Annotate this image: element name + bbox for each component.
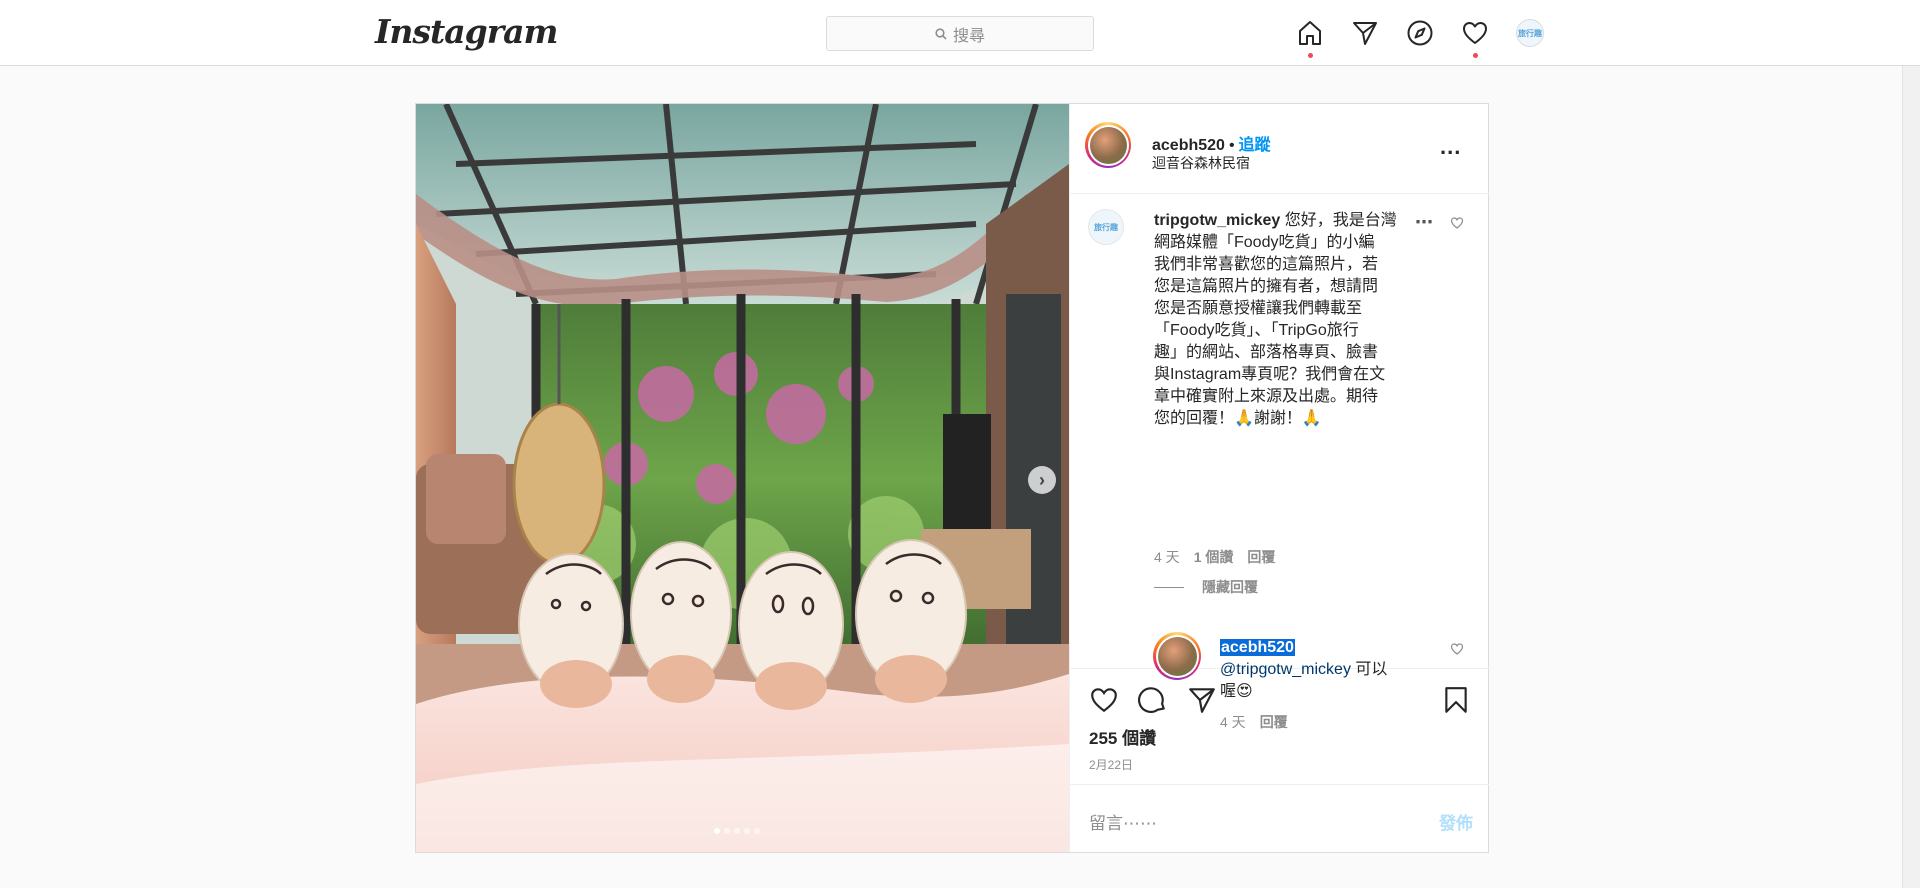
post-card: › acebh520 • 追蹤 迴音谷森林民宿 ... 旅行趣 tripgotw_m… [415, 103, 1489, 853]
top-navigation-bar: Instagram 搜尋 旅行趣 [0, 0, 1920, 66]
comment-text-line: 我們非常喜歡您的這篇照片，若 [1154, 256, 1379, 273]
likes-count[interactable]: 255 個讚 [1089, 724, 1156, 749]
comment-like-heart-icon[interactable] [1450, 216, 1464, 235]
comment-text-line: 您的回覆！🙏謝謝！🙏 [1154, 410, 1322, 427]
carousel-next-button[interactable]: › [1028, 466, 1056, 494]
comment-meta: 4 天 1 個讚 回覆 [1154, 547, 1275, 567]
share-direct-icon[interactable] [1185, 683, 1219, 717]
more-options-icon[interactable]: ... [1440, 134, 1461, 160]
comment-text-line: 章中確實附上來源及出處。期待 [1154, 388, 1379, 405]
hide-replies-label: 隱藏回覆 [1202, 579, 1258, 595]
post-comment-button[interactable]: 發佈 [1439, 809, 1473, 834]
carousel-dot [734, 828, 740, 834]
chevron-right-icon: › [1039, 469, 1045, 490]
comment-text-line: 您好，我是台灣 [1284, 212, 1397, 229]
post-photo[interactable]: › [416, 104, 1069, 852]
reply-like-heart-icon[interactable] [1450, 642, 1464, 661]
owner-avatar-image [1089, 126, 1127, 164]
home-notification-dot [1308, 53, 1313, 58]
save-bookmark-icon[interactable] [1439, 683, 1473, 717]
home-icon[interactable] [1294, 17, 1326, 49]
comment-body: tripgotw_mickey 您好，我是台灣 網路媒體「Foody吃貨」的小編… [1154, 210, 1424, 430]
owner-avatar[interactable] [1085, 122, 1131, 168]
direct-icon[interactable] [1349, 17, 1381, 49]
comment-time[interactable]: 4 天 [1154, 547, 1180, 567]
carousel-dot [724, 828, 730, 834]
carousel-dot [744, 828, 750, 834]
comment-text-line: 您是這篇照片的擁有者，想請問 [1154, 278, 1379, 295]
post-location[interactable]: 迴音谷森林民宿 [1152, 153, 1250, 173]
search-input[interactable]: 搜尋 [826, 16, 1094, 51]
comment-text-line: 網路媒體「Foody吃貨」的小編 [1154, 234, 1375, 251]
photo-illustration [416, 104, 1069, 852]
post-header: acebh520 • 追蹤 迴音谷森林民宿 ... [1070, 104, 1489, 194]
hide-replies-button[interactable]: 隱藏回覆 [1154, 577, 1258, 597]
activity-heart-icon[interactable] [1459, 17, 1491, 49]
comment-text-line: 與Instagram專頁呢？我們會在文 [1154, 366, 1386, 383]
post-side-panel: acebh520 • 追蹤 迴音谷森林民宿 ... 旅行趣 tripgotw_mic… [1069, 104, 1489, 852]
search-placeholder: 搜尋 [952, 27, 985, 45]
comment-username[interactable]: tripgotw_mickey [1154, 212, 1280, 229]
page-scrollbar[interactable] [1902, 66, 1920, 888]
carousel-dot [714, 828, 720, 834]
comment-bubble-icon[interactable] [1136, 683, 1170, 717]
post-actions [1070, 669, 1489, 729]
post-date[interactable]: 2月22日 [1089, 756, 1133, 773]
comment-reply-button[interactable]: 回覆 [1247, 547, 1275, 567]
like-heart-icon[interactable] [1087, 683, 1121, 717]
divider-line [1154, 586, 1184, 588]
comment-options-icon[interactable]: ⋯ [1415, 212, 1433, 233]
comment-text-line: 趣」的網站、部落格專頁、臉書 [1154, 344, 1379, 361]
carousel-dot [754, 828, 760, 834]
comment-text-line: 您是否願意授權讓我們轉載至 [1154, 300, 1363, 317]
activity-notification-dot [1473, 53, 1478, 58]
explore-icon[interactable] [1404, 17, 1436, 49]
reply-username[interactable]: acebh520 [1220, 639, 1295, 656]
comment-text-line: 「Foody吃貨」、「TripGo旅行 [1154, 322, 1359, 339]
carousel-indicator [714, 828, 760, 834]
instagram-logo[interactable]: Instagram [375, 12, 558, 51]
owner-separator: • [1228, 137, 1235, 154]
comment-likes[interactable]: 1 個讚 [1194, 547, 1234, 567]
follow-button[interactable]: 追蹤 [1239, 137, 1271, 154]
search-icon [935, 27, 947, 40]
comments-section[interactable]: 旅行趣 tripgotw_mickey 您好，我是台灣 網路媒體「Foody吃貨… [1070, 194, 1489, 730]
add-comment-bar: 留言⋯⋯ 發佈 [1070, 784, 1489, 852]
owner-username[interactable]: acebh520 [1152, 137, 1225, 154]
add-comment-input[interactable]: 留言⋯⋯ [1089, 809, 1157, 834]
commenter-avatar[interactable]: 旅行趣 [1088, 209, 1124, 245]
post-owner: acebh520 • 追蹤 [1152, 131, 1271, 155]
profile-avatar[interactable]: 旅行趣 [1516, 19, 1544, 47]
